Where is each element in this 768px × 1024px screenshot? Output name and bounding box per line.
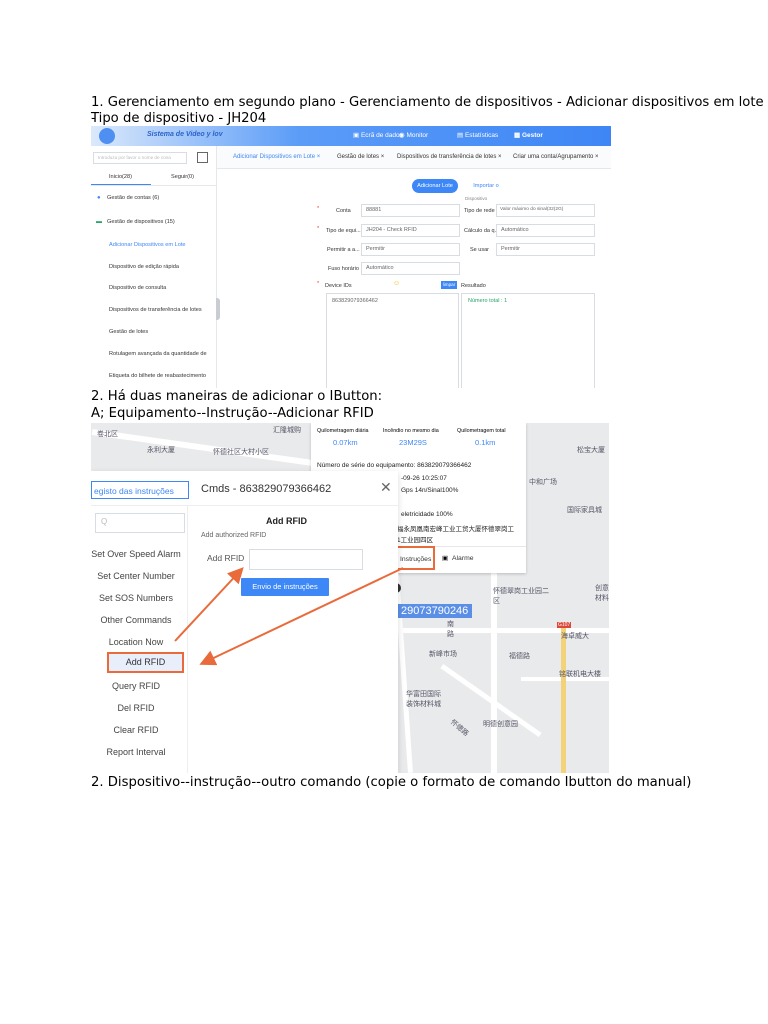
tab-add-batch[interactable]: Adicionar Dispositivos em Lote × [233, 154, 320, 160]
calculo-select[interactable]: Automático [496, 224, 595, 237]
button-label: limpar [442, 282, 456, 287]
menu-label: Dispositivo de consulta [109, 285, 167, 291]
tab-batch-management[interactable]: Gestão de lotes × [337, 154, 384, 160]
fuso-select[interactable]: Automático [361, 262, 460, 275]
resultado-label: Resultado [461, 283, 486, 289]
truncated-label: Dispositivo [465, 196, 488, 201]
search-placeholder: Introduza por favor o nome de cona [98, 155, 171, 160]
required-star: * [317, 206, 320, 212]
nav-label: Monitor [406, 132, 429, 139]
calculo-value: Automático [501, 227, 529, 233]
se-usar-select[interactable]: Permitir [496, 243, 595, 256]
tab-transfer[interactable]: Dispositivos de transferência de lotes × [397, 154, 502, 160]
help-icon: ☺ [393, 280, 401, 287]
import-button[interactable]: Importar o [463, 179, 509, 193]
device-icon: ▬ [96, 219, 102, 225]
menu-item-batch-management[interactable]: Gestão de lotes [91, 329, 216, 335]
menu-label: Dispositivo de edição rápida [109, 264, 179, 270]
button-label: Adicionar Lote [417, 183, 453, 189]
sidebar-search-input[interactable]: Introduza por favor o nome de cona [93, 152, 187, 164]
device-ids-label: Device IDs [325, 283, 352, 289]
menu-label: Etiqueta do bilhete de reabastecimento [109, 373, 207, 379]
clear-button[interactable]: limpar [441, 281, 457, 289]
result-panel: Número total : 1 [461, 293, 595, 388]
menu-item-transfer[interactable]: Dispositivos de transferência de lotes [91, 307, 216, 313]
conta-input[interactable]: 88881 [361, 204, 460, 217]
conta-label: Conta [336, 208, 351, 214]
tipo-equip-label: Tipo de equi... [326, 228, 361, 234]
menu-label: Gestão de dispositivos (15) [107, 219, 175, 225]
permitir-select[interactable]: Permitir [361, 243, 460, 256]
nav-label: Estatísticas [464, 132, 499, 139]
menu-item-refuel-label[interactable]: Etiqueta do bilhete de reabastecimento [91, 373, 216, 379]
nav-label: Ecrã de dados [360, 132, 403, 139]
menu-item-advanced-labeling[interactable]: Rotulagem avançada da quantidade de [91, 351, 216, 357]
nav-statistics[interactable]: ▤ Estatísticas [457, 131, 498, 139]
permitir-label: Permitir a a... [327, 247, 360, 253]
user-icon: ● [97, 195, 101, 201]
sidebar-collapse-handle[interactable] [216, 298, 220, 320]
device-id-entry: 863829079366462 [332, 298, 378, 304]
menu-group-contas[interactable]: Gestão de contas (6) [91, 195, 216, 201]
arrow-to-rfid-input [174, 567, 244, 642]
filter-icon[interactable] [197, 152, 208, 163]
se-usar-value: Permitir [501, 246, 520, 252]
nav-data-screen[interactable]: ▣ Ecrã de dados [353, 131, 403, 139]
tipo-equip-value: JH204 - Check RFID [366, 227, 417, 233]
menu-item-query[interactable]: Dispositivo de consulta [91, 285, 216, 291]
screenshot-add-rfid: 汇隆城购 永利大厦 怀德社区大村小区 松宝大厦 中和广场 国际家具城 创意 材料… [91, 423, 609, 773]
paragraph-2-line-1: 2. Há duas maneiras de adicionar o IButt… [91, 389, 383, 404]
tab-seguir[interactable]: Seguir(0) [171, 174, 194, 180]
total-count: Número total : 1 [468, 298, 508, 304]
paragraph-3: 2. Dispositivo--instrução--outro comando… [91, 775, 692, 790]
menu-label: Adicionar Dispositivos em Lote [109, 242, 186, 248]
sidebar: Introduza por favor o nome de cona Inici… [91, 146, 217, 388]
menu-label: Dispositivos de transferência de lotes [109, 307, 202, 313]
menu-group-dispositivos[interactable]: Gestão de dispositivos (15) [91, 219, 216, 225]
menu-item-quick-edit[interactable]: Dispositivo de edição rápida [91, 264, 216, 270]
calculo-label: Cálculo da q... [464, 228, 500, 234]
nav-manager[interactable]: ▦ Gestor [514, 131, 543, 139]
required-star: * [317, 281, 320, 287]
app-title: Sistema de Video y lov [147, 131, 223, 138]
annotation-arrows [174, 567, 404, 666]
menu-item-add-batch[interactable]: Adicionar Dispositivos em Lote [91, 242, 216, 248]
conta-value: 88881 [366, 207, 382, 213]
se-usar-label: Se usar [470, 247, 489, 253]
arrow-to-add-rfid [199, 567, 404, 666]
screenshot-batch-add: Sistema de Video y lov ▣ Ecrã de dados ◉… [91, 126, 611, 388]
paragraph-2-line-2: A; Equipamento--Instrução--Adicionar RFI… [91, 406, 374, 421]
app-logo-icon [99, 128, 115, 144]
fuso-value: Automático [366, 265, 394, 271]
tipo-rede-select[interactable]: Valor máximo do sinal(32(2G) [496, 204, 595, 217]
menu-label: Gestão de lotes [109, 329, 149, 335]
tab-inicio[interactable]: Inicio(28) [109, 174, 132, 180]
menu-label: Gestão de contas (6) [107, 195, 160, 201]
menu-label: Rotulagem avançada da quantidade de [109, 351, 207, 357]
fuso-label: Fuso horário [328, 266, 359, 272]
device-ids-textarea[interactable]: 863829079366462 [326, 293, 459, 388]
tipo-rede-value: Valor máximo do sinal(32(2G) [500, 207, 564, 212]
tipo-rede-label: Tipo de rede [464, 208, 495, 214]
permitir-value: Permitir [366, 246, 385, 252]
app-header: Sistema de Video y lov ▣ Ecrã de dados ◉… [91, 126, 611, 146]
add-batch-button[interactable]: Adicionar Lote [412, 179, 458, 193]
nav-monitor[interactable]: ◉ Monitor [399, 131, 428, 139]
tipo-equip-select[interactable]: JH204 - Check RFID [361, 224, 460, 237]
tab-divider [91, 185, 216, 186]
button-label: Importar o [473, 183, 499, 189]
paragraph-1-line-2: Tipo de dispositivo - JH204 [91, 111, 267, 126]
tab-create-account[interactable]: Criar uma conta/Agrupamento × [513, 154, 599, 160]
nav-label: Gestor [521, 132, 543, 139]
required-star: * [317, 226, 320, 232]
